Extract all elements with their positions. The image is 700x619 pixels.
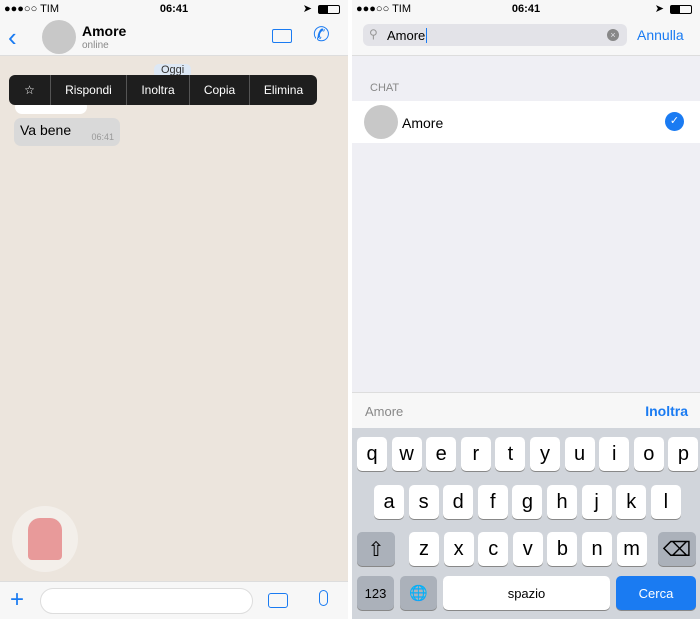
message-bubble[interactable]: Va bene 06:41 <box>14 118 120 146</box>
message-input[interactable] <box>40 588 253 614</box>
watermark-logo <box>12 506 78 572</box>
phone-call-icon[interactable]: ✆ <box>313 22 330 47</box>
message-context-menu: ☆ Rispondi Inoltra Copia Elimina <box>9 75 317 105</box>
contact-avatar[interactable] <box>42 20 76 54</box>
message-time: 06:41 <box>91 132 114 142</box>
numbers-key[interactable]: 123 <box>357 576 394 610</box>
key-d[interactable]: d <box>443 485 474 519</box>
checkmark-icon[interactable]: ✓ <box>665 112 684 131</box>
key-x[interactable]: x <box>443 532 474 566</box>
search-value: Amore <box>387 28 428 43</box>
reply-button[interactable]: Rispondi <box>51 75 127 105</box>
key-f[interactable]: f <box>477 485 508 519</box>
search-icon: ⚲ <box>369 27 378 41</box>
key-t[interactable]: t <box>495 437 526 471</box>
key-y[interactable]: y <box>530 437 560 471</box>
forward-button[interactable]: Inoltra <box>127 75 190 105</box>
shift-key[interactable]: ⇧ <box>357 532 395 566</box>
globe-key[interactable]: 🌐 <box>400 576 437 610</box>
forward-send-button[interactable]: Inoltra <box>645 403 688 419</box>
key-l[interactable]: l <box>650 485 681 519</box>
battery-icon <box>670 5 692 14</box>
result-avatar <box>364 105 398 139</box>
result-row[interactable]: Amore ✓ <box>352 101 700 143</box>
back-button[interactable]: ‹ <box>8 22 17 53</box>
forward-screen: ●●●○○ TIM 06:41 ➤ ⚲ Amore × Annulla CHAT… <box>352 0 700 619</box>
clock: 06:41 <box>159 3 189 15</box>
key-j[interactable]: j <box>581 485 612 519</box>
key-c[interactable]: c <box>478 532 509 566</box>
chat-header: ●●●○○ TIM 06:41 ➤ ‹ Amore online ✆ <box>0 0 348 56</box>
video-call-icon[interactable] <box>272 29 292 43</box>
microphone-icon[interactable] <box>319 590 328 606</box>
search-header: ●●●○○ TIM 06:41 ➤ ⚲ Amore × Annulla <box>352 0 700 56</box>
forward-bar: Amore Inoltra <box>352 392 700 428</box>
star-button[interactable]: ☆ <box>9 75 51 105</box>
key-z[interactable]: z <box>409 532 439 566</box>
delete-button[interactable]: Elimina <box>250 75 317 105</box>
recipients: Amore <box>365 404 404 419</box>
key-h[interactable]: h <box>547 485 577 519</box>
location-icon: ➤ <box>654 3 664 15</box>
copy-button[interactable]: Copia <box>190 75 250 105</box>
result-name: Amore <box>402 115 444 131</box>
key-n[interactable]: n <box>582 532 612 566</box>
space-key[interactable]: spazio <box>443 576 610 610</box>
backspace-key[interactable]: ⌫ <box>658 532 696 566</box>
cancel-button[interactable]: Annulla <box>637 27 684 43</box>
key-b[interactable]: b <box>547 532 578 566</box>
message-text: Va bene <box>20 122 72 138</box>
section-header: CHAT <box>370 82 400 94</box>
contact-name[interactable]: Amore <box>82 23 126 39</box>
key-p[interactable]: p <box>668 437 699 471</box>
key-o[interactable]: o <box>633 437 664 471</box>
camera-icon[interactable] <box>268 593 288 608</box>
key-e[interactable]: e <box>426 437 457 471</box>
search-input[interactable]: ⚲ Amore × <box>363 24 627 46</box>
status-bar: ●●●○○ TIM 06:41 ➤ <box>352 0 700 18</box>
contact-status: online <box>82 40 109 51</box>
key-s[interactable]: s <box>408 485 439 519</box>
search-key[interactable]: Cerca <box>616 576 696 610</box>
key-w[interactable]: w <box>391 437 422 471</box>
keyboard: q w e r t y u i o p a s d f g h j k l z x c v b n m ⇧ ⌫ 123 🌐 spazio Ce… <box>352 428 700 619</box>
key-i[interactable]: i <box>599 437 630 471</box>
key-a[interactable]: a <box>374 485 404 519</box>
key-k[interactable]: k <box>616 485 647 519</box>
key-r[interactable]: r <box>460 437 491 471</box>
key-g[interactable]: g <box>512 485 543 519</box>
battery-icon <box>318 5 340 14</box>
plus-icon[interactable]: + <box>10 586 24 614</box>
clock: 06:41 <box>511 3 541 15</box>
key-u[interactable]: u <box>564 437 595 471</box>
key-m[interactable]: m <box>616 532 647 566</box>
key-q[interactable]: q <box>357 437 387 471</box>
input-bar: + <box>0 581 348 619</box>
clear-icon[interactable]: × <box>607 29 619 41</box>
status-bar: ●●●○○ TIM 06:41 ➤ <box>0 0 348 18</box>
chat-screen: ●●●○○ TIM 06:41 ➤ ‹ Amore online ✆ Oggi … <box>0 0 348 619</box>
key-v[interactable]: v <box>512 532 543 566</box>
location-icon: ➤ <box>302 3 312 15</box>
